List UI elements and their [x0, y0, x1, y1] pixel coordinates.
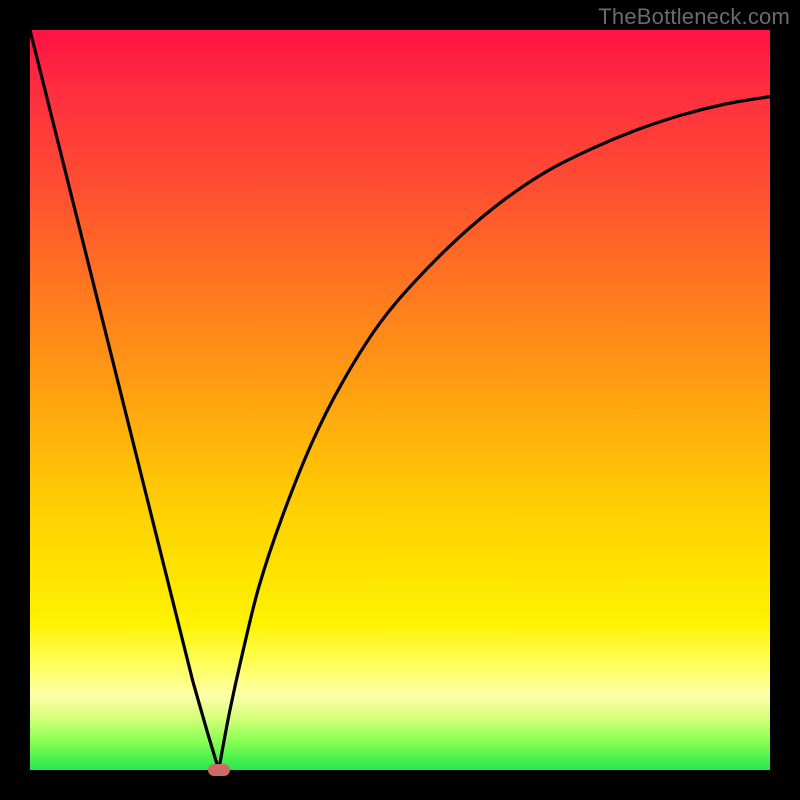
bottleneck-curve: [30, 30, 770, 770]
watermark-text: TheBottleneck.com: [598, 4, 790, 30]
plot-area: [30, 30, 770, 770]
chart-frame: TheBottleneck.com: [0, 0, 800, 800]
optimal-point-marker: [208, 764, 230, 776]
